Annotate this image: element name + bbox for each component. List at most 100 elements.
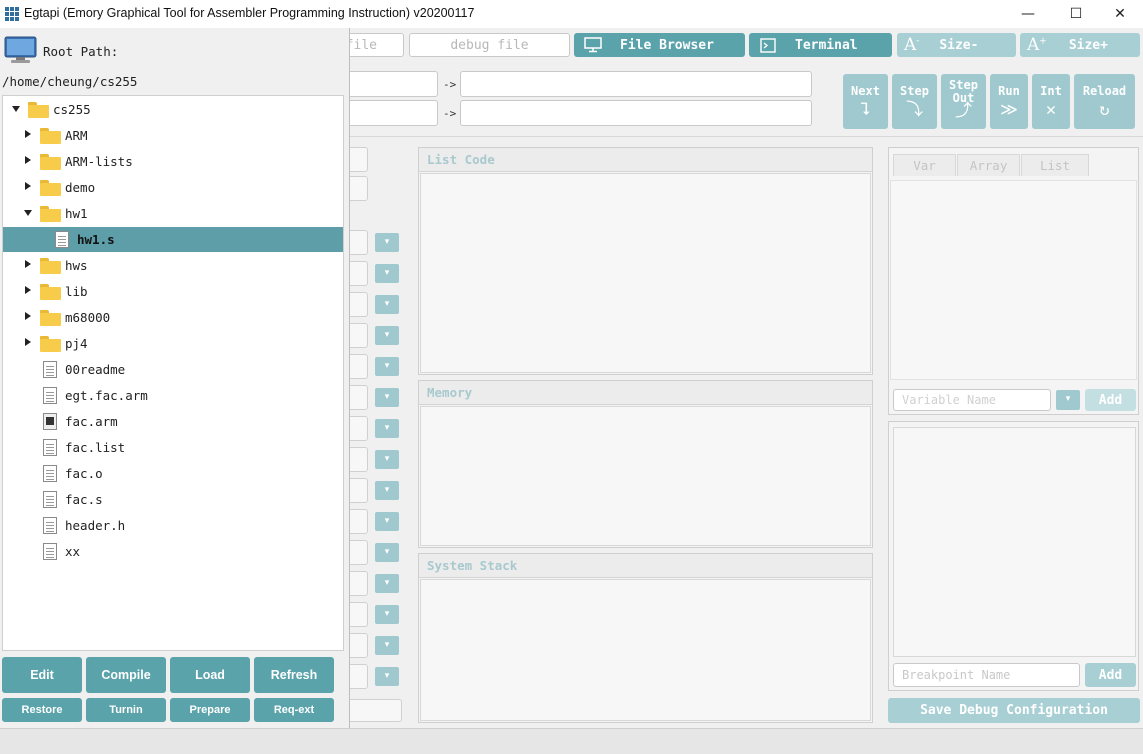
register-format-dropdown[interactable]: ▾ — [375, 543, 399, 562]
register-format-dropdown[interactable]: ▾ — [375, 357, 399, 376]
tree-file[interactable]: fac.list — [3, 435, 343, 460]
register-format-dropdown[interactable]: ▾ — [375, 264, 399, 283]
tree-item-label: fac.s — [65, 492, 103, 507]
variable-add-button[interactable]: Add — [1085, 389, 1136, 411]
breakpoints-panel: Breakpoint Name Add — [888, 421, 1139, 691]
breakpoint-name-input[interactable]: Breakpoint Name — [893, 663, 1080, 687]
tree-file[interactable]: xx — [3, 539, 343, 564]
tree-folder[interactable]: m68000 — [3, 305, 343, 330]
var-tabs: Var Array List — [893, 154, 1090, 176]
tree-folder[interactable]: cs255 — [3, 97, 343, 122]
collapsed-arrow-icon[interactable] — [25, 312, 31, 320]
system-stack-area[interactable] — [420, 579, 871, 721]
reload-button[interactable]: Reload ↻ — [1074, 74, 1135, 129]
edit-button[interactable]: Edit — [2, 657, 82, 693]
collapsed-arrow-icon[interactable] — [25, 182, 31, 190]
restore-button[interactable]: Restore — [2, 698, 82, 722]
file-icon — [43, 387, 57, 404]
prepare-button[interactable]: Prepare — [170, 698, 250, 722]
tree-file[interactable]: fac.o — [3, 461, 343, 486]
tab-var[interactable]: Var — [893, 154, 957, 176]
maximize-button[interactable]: ☐ — [1053, 0, 1099, 28]
system-stack-panel: System Stack — [418, 553, 873, 723]
tree-item-label: xx — [65, 544, 81, 559]
collapsed-arrow-icon[interactable] — [25, 130, 31, 138]
register-format-dropdown[interactable]: ▾ — [375, 636, 399, 655]
tree-file[interactable]: 00readme — [3, 357, 343, 382]
step-out-button[interactable]: Step Out ⤴ — [941, 74, 986, 129]
breakpoint-add-button[interactable]: Add — [1085, 663, 1136, 687]
collapsed-arrow-icon[interactable] — [25, 260, 31, 268]
close-button[interactable]: ✕ — [1097, 0, 1143, 28]
register-format-dropdown[interactable]: ▾ — [375, 574, 399, 593]
collapsed-arrow-icon[interactable] — [25, 156, 31, 164]
tree-folder[interactable]: pj4 — [3, 331, 343, 356]
tree-file[interactable]: fac.arm — [3, 409, 343, 434]
terminal-button[interactable]: Terminal — [749, 33, 892, 57]
int-button[interactable]: Int ✕ — [1032, 74, 1070, 129]
expanded-arrow-icon[interactable] — [12, 106, 20, 112]
save-debug-config-button[interactable]: Save Debug Configuration — [888, 698, 1140, 723]
file-icon — [43, 439, 57, 456]
collapsed-arrow-icon[interactable] — [25, 338, 31, 346]
breakpoints-list[interactable] — [893, 427, 1136, 657]
executable-file-icon — [43, 413, 57, 430]
tree-folder[interactable]: demo — [3, 175, 343, 200]
minimize-button[interactable]: — — [1005, 0, 1051, 28]
req-ext-button[interactable]: Req-ext — [254, 698, 334, 722]
tab-array[interactable]: Array — [957, 154, 1021, 176]
expanded-arrow-icon[interactable] — [24, 210, 32, 216]
register-format-dropdown[interactable]: ▾ — [375, 419, 399, 438]
tree-file[interactable]: egt.fac.arm — [3, 383, 343, 408]
monitor-icon — [584, 37, 602, 53]
variable-type-dropdown[interactable]: ▾ — [1056, 390, 1080, 410]
tree-file[interactable]: fac.s — [3, 487, 343, 512]
size-minus-button[interactable]: A- Size- — [897, 33, 1016, 57]
file-tree[interactable]: cs255 ARM ARM-lists demo hw1 hw1.s hws lib m6800… — [2, 95, 344, 651]
tree-file[interactable]: hw1.s — [3, 227, 343, 252]
end-address-field-2[interactable] — [460, 100, 812, 126]
window-title: Egtapi (Emory Graphical Tool for Assembl… — [24, 6, 475, 20]
variables-area[interactable] — [890, 180, 1137, 380]
debug-file-field[interactable]: debug file — [409, 33, 570, 57]
register-format-dropdown[interactable]: ▾ — [375, 233, 399, 252]
register-format-dropdown[interactable]: ▾ — [375, 512, 399, 531]
end-address-field-1[interactable] — [460, 71, 812, 97]
refresh-button[interactable]: Refresh — [254, 657, 334, 693]
list-code-area[interactable] — [420, 173, 871, 373]
register-format-dropdown[interactable]: ▾ — [375, 605, 399, 624]
root-path-value: /home/cheung/cs255 — [2, 74, 138, 89]
next-button[interactable]: Next ⮧ — [843, 74, 888, 129]
tree-folder[interactable]: ARM — [3, 123, 343, 148]
register-format-dropdown[interactable]: ▾ — [375, 295, 399, 314]
tree-folder[interactable]: ARM-lists — [3, 149, 343, 174]
tree-item-label: hw1 — [65, 206, 88, 221]
turnin-button[interactable]: Turnin — [86, 698, 166, 722]
compile-button[interactable]: Compile — [86, 657, 166, 693]
tree-folder[interactable]: hws — [3, 253, 343, 278]
folder-icon — [40, 258, 61, 274]
run-button[interactable]: Run ≫ — [990, 74, 1028, 129]
file-browser-button[interactable]: File Browser — [574, 33, 745, 57]
memory-area[interactable] — [420, 406, 871, 546]
collapsed-arrow-icon[interactable] — [25, 286, 31, 294]
folder-icon — [40, 180, 61, 196]
variable-name-input[interactable]: Variable Name — [893, 389, 1051, 411]
tab-list[interactable]: List — [1021, 154, 1090, 176]
register-format-dropdown[interactable]: ▾ — [375, 481, 399, 500]
register-format-dropdown[interactable]: ▾ — [375, 450, 399, 469]
step-button[interactable]: Step ⤵ — [892, 74, 937, 129]
register-format-dropdown[interactable]: ▾ — [375, 667, 399, 686]
system-stack-title: System Stack — [419, 554, 872, 578]
tree-item-label: pj4 — [65, 336, 88, 351]
tree-folder[interactable]: hw1 — [3, 201, 343, 226]
register-format-dropdown[interactable]: ▾ — [375, 388, 399, 407]
size-minus-label: Size- — [939, 37, 979, 53]
tree-file[interactable]: header.h — [3, 513, 343, 538]
load-button[interactable]: Load — [170, 657, 250, 693]
file-icon — [43, 465, 57, 482]
size-plus-button[interactable]: A+ Size+ — [1020, 33, 1140, 57]
tree-folder[interactable]: lib — [3, 279, 343, 304]
register-format-dropdown[interactable]: ▾ — [375, 326, 399, 345]
list-code-title: List Code — [419, 148, 872, 172]
